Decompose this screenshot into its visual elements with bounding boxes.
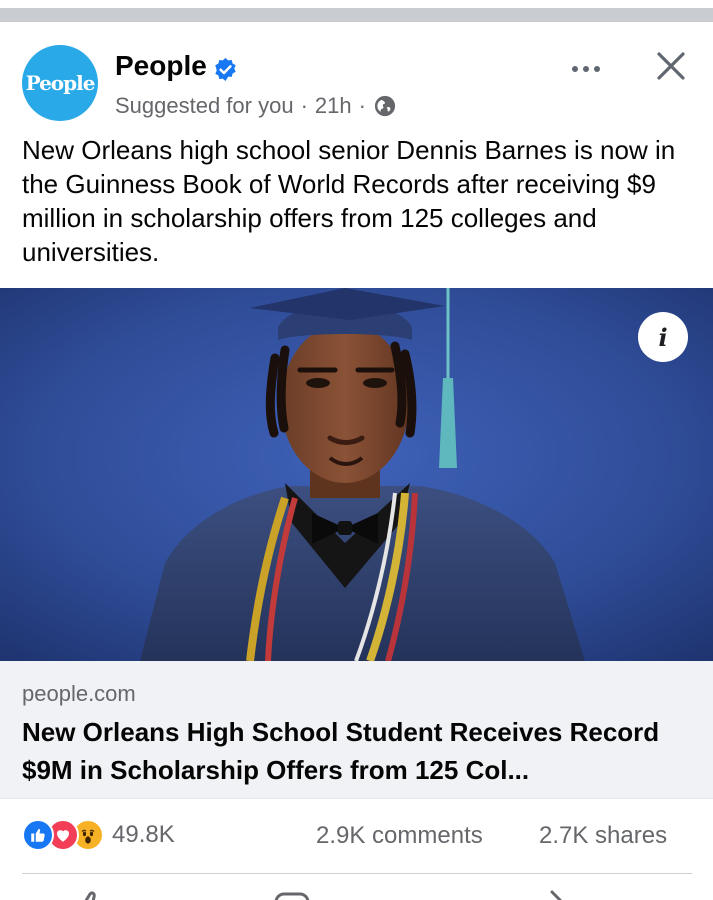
like-icon: [22, 819, 54, 851]
page-name[interactable]: People: [115, 50, 207, 82]
post-header: People People Suggested for you · 21h ·: [0, 22, 713, 130]
reactions-summary[interactable]: 49.8K: [22, 819, 175, 851]
comment-action-icon[interactable]: [272, 888, 312, 900]
comments-count[interactable]: 2.9K comments: [316, 822, 483, 850]
page-avatar[interactable]: People: [22, 45, 98, 121]
shares-count[interactable]: 2.7K shares: [539, 822, 667, 850]
like-action-icon[interactable]: [72, 888, 112, 900]
link-domain: people.com: [22, 681, 136, 706]
more-options-icon[interactable]: [566, 59, 606, 79]
post-text: New Orleans high school senior Dennis Ba…: [22, 135, 676, 267]
globe-icon: [374, 95, 396, 117]
reaction-count: 49.8K: [112, 821, 175, 848]
meta-separator: ·: [300, 93, 308, 118]
close-icon[interactable]: [651, 46, 691, 86]
feed-divider: [0, 0, 713, 22]
link-headline[interactable]: New Orleans High School Student Receives…: [22, 713, 692, 789]
info-icon[interactable]: i: [638, 312, 688, 362]
suggested-label: Suggested for you: [115, 93, 294, 118]
engagement-stats: 49.8K 2.9K comments 2.7K shares: [0, 800, 713, 872]
graduate-portrait-image: [0, 288, 713, 661]
post-photo[interactable]: i: [0, 288, 713, 661]
link-preview[interactable]: people.com New Orleans High School Stude…: [0, 661, 713, 799]
verified-badge-icon: [215, 58, 236, 81]
post-meta: Suggested for you · 21h ·: [115, 93, 396, 119]
action-bar: [0, 874, 713, 900]
post-time[interactable]: 21h: [315, 93, 352, 119]
avatar-logo-text: People: [25, 71, 96, 95]
share-action-icon[interactable]: [530, 888, 570, 900]
meta-separator: ·: [358, 93, 366, 118]
